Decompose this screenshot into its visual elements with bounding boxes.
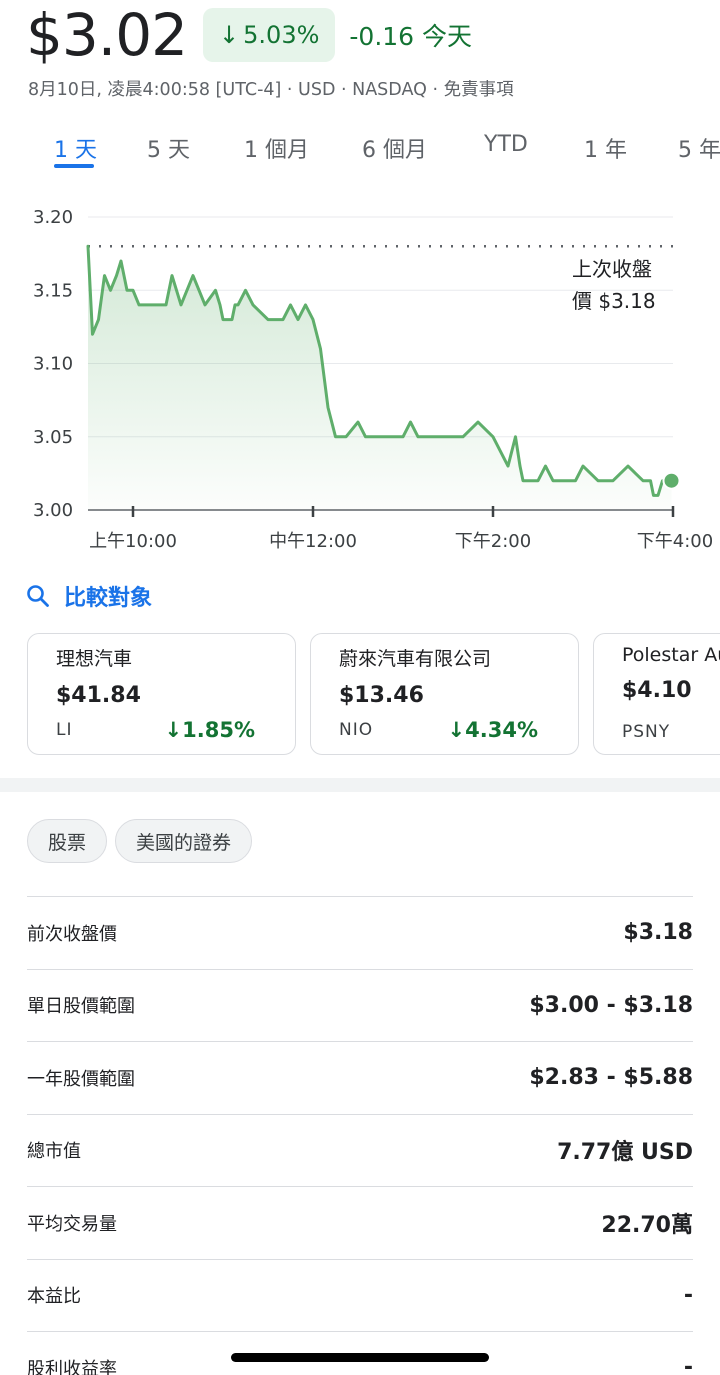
tab-1-year[interactable]: 1 年 xyxy=(584,132,627,164)
current-price-dot xyxy=(662,471,681,490)
related-stocks-carousel[interactable]: 理想汽車 $41.84 LI ↓1.85% 蔚來汽車有限公司 $13.46 NI… xyxy=(27,633,720,755)
tab-6-months[interactable]: 6 個月 xyxy=(362,132,427,164)
tab-ytd[interactable]: YTD xyxy=(484,132,528,157)
search-icon xyxy=(27,585,49,607)
stat-row: 前次收盤價 $3.18 xyxy=(27,896,693,969)
stock-name: 蔚來汽車有限公司 xyxy=(339,648,492,670)
stat-label: 單日股價範圍 xyxy=(27,996,135,1018)
price-change-today: -0.16 今天 xyxy=(349,22,473,51)
stat-value: - xyxy=(683,1355,693,1375)
down-arrow-icon: ↓ xyxy=(447,718,466,742)
stat-value: 22.70萬 xyxy=(601,1212,693,1238)
y-tick-label: 3.10 xyxy=(33,354,73,375)
x-tick-label: 下午2:00 xyxy=(455,531,531,552)
tab-1-day[interactable]: 1 天 xyxy=(54,132,97,164)
x-tick-label: 上午10:00 xyxy=(89,531,177,552)
stock-name: 理想汽車 xyxy=(56,648,133,670)
stat-label: 總市值 xyxy=(27,1141,81,1163)
y-tick-label: 3.20 xyxy=(33,207,73,228)
y-tick-label: 3.00 xyxy=(33,500,73,521)
stat-label: 平均交易量 xyxy=(27,1213,117,1235)
quote-meta: 8月10日, 凌晨4:00:58 [UTC-4] · USD · NASDAQ … xyxy=(28,80,514,100)
intraday-price-chart[interactable]: 3.20 3.15 3.10 3.05 3.00 上午10:00 中午12:00 下午2:00… xyxy=(0,190,720,565)
stock-percent-change: ↓4.34% xyxy=(447,718,538,742)
price-header: $3.02 ↓ 5.03% -0.16 今天 xyxy=(26,4,472,66)
stock-name: Polestar Au xyxy=(622,644,720,666)
range-tabs: 1 天 5 天 1 個月 6 個月 YTD 1 年 5 年 xyxy=(0,126,720,172)
stock-symbol: LI xyxy=(56,720,73,740)
home-indicator xyxy=(231,1353,489,1362)
previous-close-label: 上次收盤 xyxy=(572,257,652,281)
compare-label: 比較對象 xyxy=(64,586,153,611)
stat-row: 平均交易量 22.70萬 xyxy=(27,1186,693,1259)
stat-label: 一年股價範圍 xyxy=(27,1068,135,1090)
category-chips: 股票 美國的證券 xyxy=(27,819,260,863)
y-tick-label: 3.05 xyxy=(33,427,73,448)
chip-stock[interactable]: 股票 xyxy=(27,819,108,863)
tab-5-days[interactable]: 5 天 xyxy=(147,132,190,164)
previous-close-value: 價 $3.18 xyxy=(572,289,656,313)
current-price: $3.02 xyxy=(26,1,188,69)
stat-value: $2.83 - $5.88 xyxy=(529,1065,693,1091)
chip-us-securities[interactable]: 美國的證券 xyxy=(115,819,253,863)
stat-value: $3.00 - $3.18 xyxy=(529,992,693,1018)
related-stock-card[interactable]: 蔚來汽車有限公司 $13.46 NIO ↓4.34% xyxy=(310,633,579,755)
y-tick-label: 3.15 xyxy=(33,280,73,301)
stat-row: 本益比 - xyxy=(27,1258,693,1332)
stock-symbol: NIO xyxy=(339,720,374,740)
stat-row: 一年股價範圍 $2.83 - $5.88 xyxy=(27,1041,693,1114)
stat-label: 本益比 xyxy=(27,1286,81,1308)
related-stock-card[interactable]: 理想汽車 $41.84 LI ↓1.85% xyxy=(27,633,296,755)
stat-value: - xyxy=(683,1282,693,1308)
stock-percent-change: ↓1.85% xyxy=(164,718,255,742)
down-arrow-icon: ↓ xyxy=(219,21,240,49)
x-tick-label: 下午4:00 xyxy=(637,531,713,552)
tab-1-month[interactable]: 1 個月 xyxy=(244,132,309,164)
stock-price: $4.10 xyxy=(622,678,692,703)
down-arrow-icon: ↓ xyxy=(164,718,183,742)
stat-row: 總市值 7.77億 USD xyxy=(27,1113,693,1187)
stat-label: 股利收益率 xyxy=(27,1358,117,1375)
active-tab-indicator xyxy=(54,164,94,168)
section-divider xyxy=(0,778,720,792)
key-stats-table: 前次收盤價 $3.18 單日股價範圍 $3.00 - $3.18 一年股價範圍 … xyxy=(27,896,693,1375)
related-stock-card[interactable]: Polestar Au $4.10 PSNY xyxy=(593,633,720,755)
percent-change-badge: ↓ 5.03% xyxy=(203,8,336,62)
x-tick-label: 中午12:00 xyxy=(269,531,357,552)
percent-change-value: 5.03% xyxy=(243,21,320,49)
stat-row: 單日股價範圍 $3.00 - $3.18 xyxy=(27,968,693,1042)
compare-button[interactable]: 比較對象 xyxy=(26,580,152,612)
stock-price: $41.84 xyxy=(56,683,141,708)
stat-value: 7.77億 USD xyxy=(557,1140,693,1166)
stock-symbol: PSNY xyxy=(622,722,671,742)
stat-label: 前次收盤價 xyxy=(27,923,117,945)
stat-value: $3.18 xyxy=(623,920,693,946)
stock-price: $13.46 xyxy=(339,683,424,708)
tab-5-years[interactable]: 5 年 xyxy=(678,132,720,164)
